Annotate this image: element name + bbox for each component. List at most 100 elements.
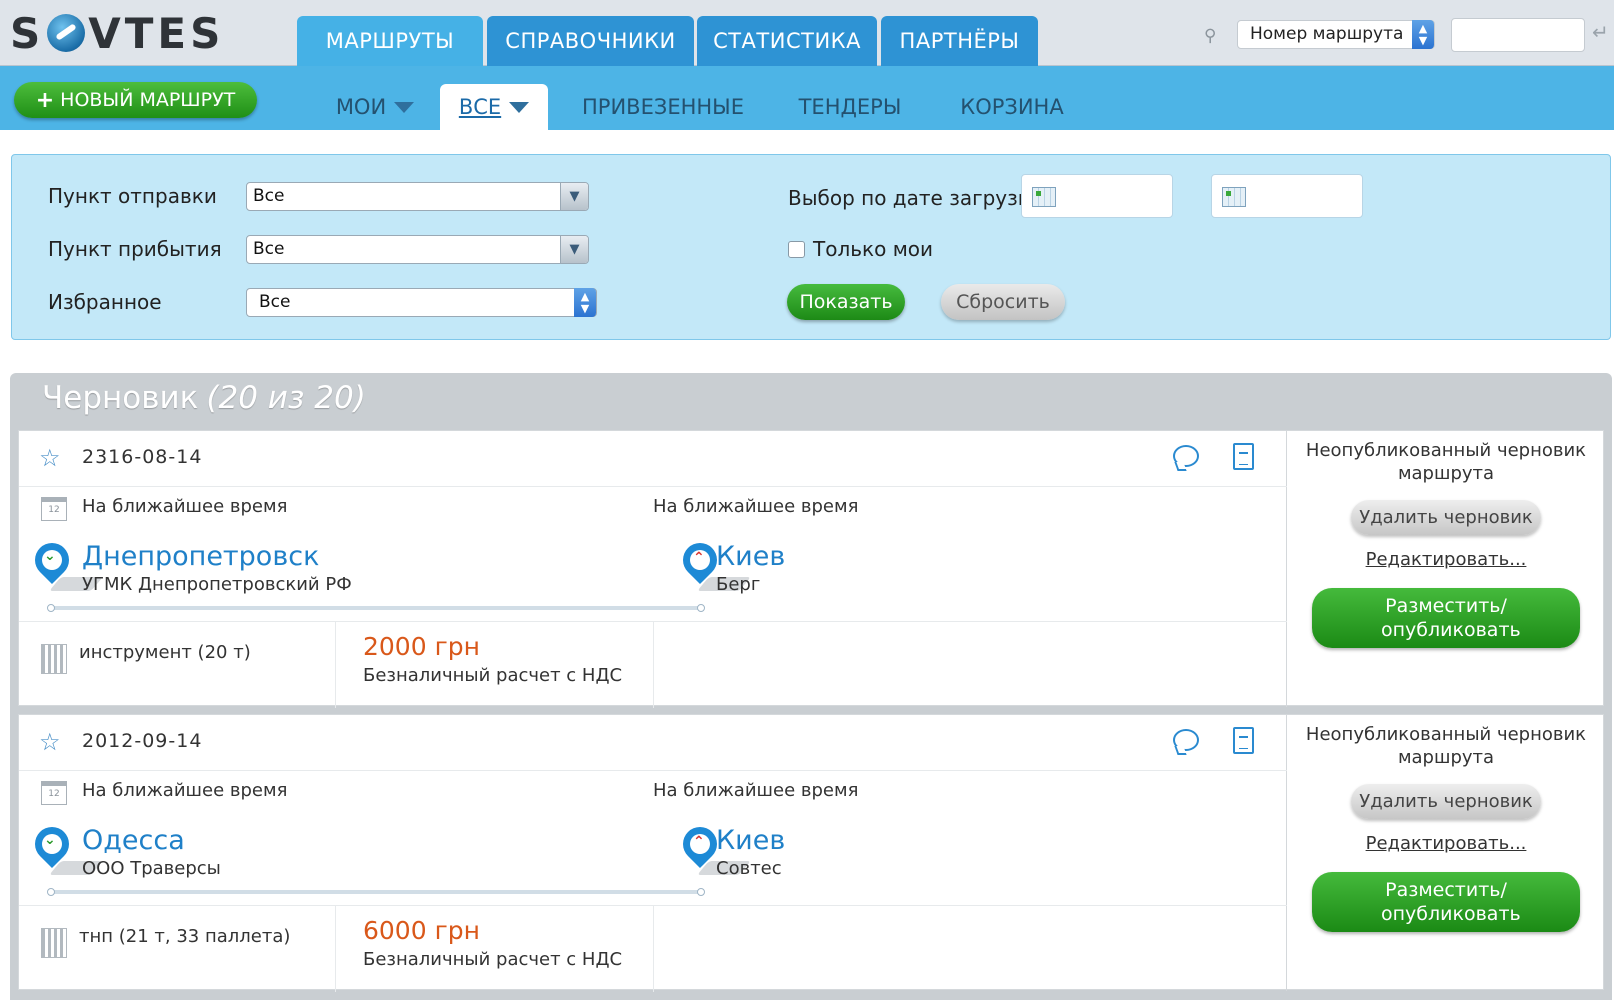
tab-label: МАРШРУТЫ [325, 29, 455, 53]
from-city[interactable]: Днепропетровск [82, 541, 319, 572]
cargo-icon [41, 928, 67, 958]
divider [335, 906, 336, 992]
destination-label: Пункт прибытия [48, 237, 222, 261]
tab-label: СТАТИСТИКА [713, 29, 861, 53]
tab-label: СПРАВОЧНИКИ [505, 29, 676, 53]
calendar-icon: 12 [41, 781, 67, 805]
only-mine-checkbox[interactable] [788, 241, 805, 258]
subtab-tenders[interactable]: ТЕНДЕРЫ [790, 84, 910, 130]
globe-icon [47, 14, 86, 52]
divider [653, 622, 654, 708]
only-mine-label: Только мои [813, 237, 934, 261]
chevron-up-icon: ⌃ [693, 834, 705, 850]
subtab-label: КОРЗИНА [960, 95, 1064, 119]
from-org: УГМК Днепропетровский РФ [82, 574, 352, 595]
payment-method: Безналичный расчет с НДС [363, 665, 623, 686]
route-end-dot [697, 888, 705, 896]
reset-button[interactable]: Сбросить [941, 284, 1065, 320]
plus-icon: + [35, 87, 55, 113]
delete-draft-button[interactable]: Удалить черновик [1351, 784, 1541, 819]
divider [335, 622, 336, 708]
search-type-select[interactable]: Номер маршрута ▲ ▼ [1237, 20, 1435, 49]
tab-statistics[interactable]: СТАТИСТИКА [697, 16, 877, 66]
calendar-icon[interactable] [1032, 187, 1056, 207]
cargo-text: инструмент (20 т) [79, 642, 251, 663]
drafts-title-text: Черновик [42, 380, 199, 416]
enter-icon[interactable]: ↵ [1592, 20, 1609, 44]
route-card: ☆ 2316-08-14 12 На ближайшее время На бл… [18, 430, 1604, 708]
star-icon[interactable]: ☆ [39, 728, 61, 756]
favorites-label: Избранное [48, 290, 162, 314]
date-from-input[interactable] [1021, 174, 1173, 218]
chevron-down-icon: ▼ [560, 183, 588, 210]
logo[interactable]: S VTES [10, 9, 224, 58]
price: 6000 грн [363, 916, 480, 945]
subtab-label: ВСЕ [458, 95, 502, 119]
favorites-select[interactable]: Все ▲ ▼ [246, 288, 597, 317]
subtab-all[interactable]: ВСЕ [440, 84, 548, 130]
comment-icon[interactable] [1173, 729, 1199, 751]
from-org: ООО Траверсы [82, 858, 221, 879]
cargo-icon [41, 644, 67, 674]
chevron-down-icon: ⌄ [44, 548, 56, 564]
draft-status: Неопубликованный черновик маршрута [1305, 724, 1587, 768]
drafts-title: Черновик (20 из 20) [42, 380, 366, 416]
origin-value: Все [253, 186, 285, 206]
to-city[interactable]: Киев [716, 825, 785, 856]
subtab-mine[interactable]: МОИ [320, 84, 430, 130]
draft-status: Неопубликованный черновик маршрута [1305, 440, 1587, 484]
edit-link[interactable]: Редактировать... [1294, 549, 1598, 570]
select-arrows-icon: ▲ ▼ [1412, 20, 1434, 49]
destination-value: Все [253, 239, 285, 259]
origin-select[interactable]: Все ▼ [246, 182, 589, 211]
subtab-delivered[interactable]: ПРИВЕЗЕННЫЕ [575, 84, 751, 130]
show-button[interactable]: Показать [787, 284, 905, 320]
search-input[interactable] [1451, 18, 1585, 52]
publish-button[interactable]: Разместить/ опубликовать [1312, 588, 1580, 648]
tab-routes[interactable]: МАРШРУТЫ [297, 16, 483, 66]
tab-directories[interactable]: СПРАВОЧНИКИ [487, 16, 694, 66]
divider [653, 906, 654, 992]
comment-icon[interactable] [1173, 445, 1199, 467]
subtab-trash[interactable]: КОРЗИНА [952, 84, 1072, 130]
route-card-main: ☆ 2316-08-14 12 На ближайшее время На бл… [19, 431, 1287, 708]
delete-draft-button[interactable]: Удалить черновик [1351, 500, 1541, 535]
chevron-up-icon: ⌃ [693, 550, 705, 566]
to-org: Совтес [716, 858, 782, 879]
tab-partners[interactable]: ПАРТНЁРЫ [881, 16, 1038, 66]
document-icon[interactable] [1233, 443, 1254, 470]
star-icon[interactable]: ☆ [39, 444, 61, 472]
edit-link[interactable]: Редактировать... [1294, 833, 1598, 854]
reset-label: Сбросить [956, 291, 1050, 313]
date-to-input[interactable] [1211, 174, 1363, 218]
publish-label: Разместить/ опубликовать [1381, 595, 1521, 641]
document-icon[interactable] [1233, 727, 1254, 754]
to-org: Берг [716, 574, 761, 595]
calendar-icon: 12 [41, 497, 67, 521]
route-line [51, 890, 701, 894]
chevron-down-icon: ▼ [560, 236, 588, 263]
publish-button[interactable]: Разместить/ опубликовать [1312, 872, 1580, 932]
route-date: 2012-09-14 [82, 730, 203, 752]
route-line [51, 606, 701, 610]
to-city[interactable]: Киев [716, 541, 785, 572]
destination-select[interactable]: Все ▼ [246, 235, 589, 264]
subtab-label: ТЕНДЕРЫ [798, 95, 902, 119]
subtab-label: МОИ [335, 95, 387, 119]
delete-draft-label: Удалить черновик [1359, 791, 1533, 812]
from-time: На ближайшее время [82, 780, 288, 801]
delete-draft-label: Удалить черновик [1359, 507, 1533, 528]
from-time: На ближайшее время [82, 496, 288, 517]
payment-method: Безналичный расчет с НДС [363, 949, 623, 970]
route-start-dot [47, 888, 55, 896]
chevron-down-icon: ⌄ [44, 832, 56, 848]
from-city[interactable]: Одесса [82, 825, 185, 856]
route-card-footer: тнп (21 т, 33 паллета) 6000 грн Безналич… [19, 905, 1287, 992]
calendar-icon[interactable] [1222, 187, 1246, 207]
new-route-button[interactable]: + НОВЫЙ МАРШРУТ [14, 82, 257, 118]
show-label: Показать [799, 291, 893, 313]
select-arrows-icon: ▲ ▼ [574, 288, 596, 317]
search-type-value: Номер маршрута [1250, 24, 1404, 44]
to-time: На ближайшее время [653, 780, 859, 801]
drafts-count: (20 из 20) [206, 380, 366, 416]
